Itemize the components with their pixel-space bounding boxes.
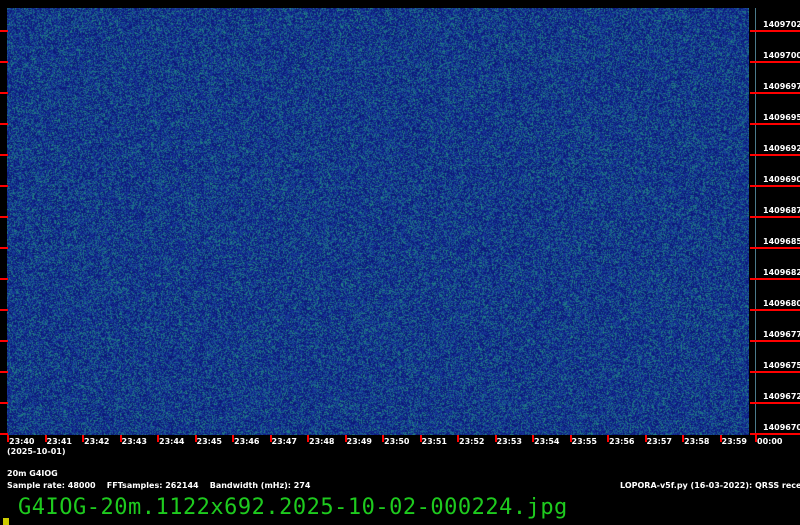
frequency-tick bbox=[750, 185, 800, 187]
frequency-tick bbox=[750, 309, 800, 311]
frequency-label: 14097025 bbox=[763, 20, 800, 29]
frequency-tick bbox=[750, 433, 800, 435]
waterfall-spectrogram bbox=[7, 8, 749, 435]
frequency-tick bbox=[750, 154, 800, 156]
time-label: 23:44 bbox=[159, 437, 184, 446]
time-label: 23:40 bbox=[9, 437, 34, 446]
frequency-tick bbox=[0, 30, 8, 32]
frequency-label: 14096925 bbox=[763, 144, 800, 153]
time-label: 23:54 bbox=[534, 437, 559, 446]
time-label: 23:50 bbox=[384, 437, 409, 446]
frequency-tick bbox=[0, 216, 8, 218]
time-label: 23:48 bbox=[309, 437, 334, 446]
frequency-tick bbox=[0, 154, 8, 156]
time-label: 00:00 bbox=[757, 437, 782, 446]
time-label: 23:59 bbox=[722, 437, 747, 446]
frequency-tick bbox=[750, 247, 800, 249]
time-label: 23:46 bbox=[234, 437, 259, 446]
frequency-label: 14096900 bbox=[763, 175, 800, 184]
frequency-tick bbox=[750, 371, 800, 373]
frequency-label: 14096775 bbox=[763, 330, 800, 339]
time-label: 23:42 bbox=[84, 437, 109, 446]
time-label: 23:49 bbox=[347, 437, 372, 446]
frequency-tick bbox=[750, 216, 800, 218]
frequency-label: 14096725 bbox=[763, 392, 800, 401]
filename-label: G4IOG-20m.1122x692.2025-10-02-000224.jpg bbox=[18, 495, 568, 520]
frequency-tick bbox=[0, 402, 8, 404]
time-label: 23:55 bbox=[572, 437, 597, 446]
time-label: 23:47 bbox=[272, 437, 297, 446]
time-label: 23:52 bbox=[459, 437, 484, 446]
time-label: 23:56 bbox=[609, 437, 634, 446]
time-label: 23:41 bbox=[47, 437, 72, 446]
time-label: 23:45 bbox=[197, 437, 222, 446]
frequency-tick bbox=[750, 61, 800, 63]
software-label: LOPORA-v5f.py (16-03-2022): QRSS recepti… bbox=[620, 481, 800, 490]
frequency-tick bbox=[750, 92, 800, 94]
frequency-tick bbox=[0, 185, 8, 187]
time-label: 23:53 bbox=[497, 437, 522, 446]
frequency-label: 14096800 bbox=[763, 299, 800, 308]
frequency-tick bbox=[750, 278, 800, 280]
frequency-label: 14096850 bbox=[763, 237, 800, 246]
frequency-tick bbox=[750, 30, 800, 32]
frequency-tick bbox=[0, 61, 8, 63]
time-label: 23:57 bbox=[647, 437, 672, 446]
station-label: 20m G4IOG bbox=[7, 469, 58, 478]
frequency-label: 14096750 bbox=[763, 361, 800, 370]
time-label: 23:43 bbox=[122, 437, 147, 446]
frequency-label: 14096700 bbox=[763, 423, 800, 432]
frequency-tick bbox=[750, 402, 800, 404]
frequency-tick bbox=[0, 247, 8, 249]
frequency-tick bbox=[0, 371, 8, 373]
frequency-label: 14097000 bbox=[763, 51, 800, 60]
frequency-tick bbox=[0, 92, 8, 94]
frequency-label: 14096950 bbox=[763, 113, 800, 122]
frequency-label: 14096825 bbox=[763, 268, 800, 277]
frequency-label: 14096875 bbox=[763, 206, 800, 215]
time-label: 23:58 bbox=[684, 437, 709, 446]
parameters-label: Sample rate: 48000 FFTsamples: 262144 Ba… bbox=[7, 481, 311, 490]
time-label: 23:51 bbox=[422, 437, 447, 446]
frequency-tick bbox=[750, 340, 800, 342]
corner-marker bbox=[3, 518, 9, 525]
frequency-tick bbox=[0, 309, 8, 311]
date-label: (2025-10-01) bbox=[7, 447, 65, 456]
frequency-tick bbox=[0, 340, 8, 342]
frequency-tick bbox=[0, 278, 8, 280]
frequency-label: 14096975 bbox=[763, 82, 800, 91]
frequency-tick bbox=[750, 123, 800, 125]
frequency-tick bbox=[0, 123, 8, 125]
